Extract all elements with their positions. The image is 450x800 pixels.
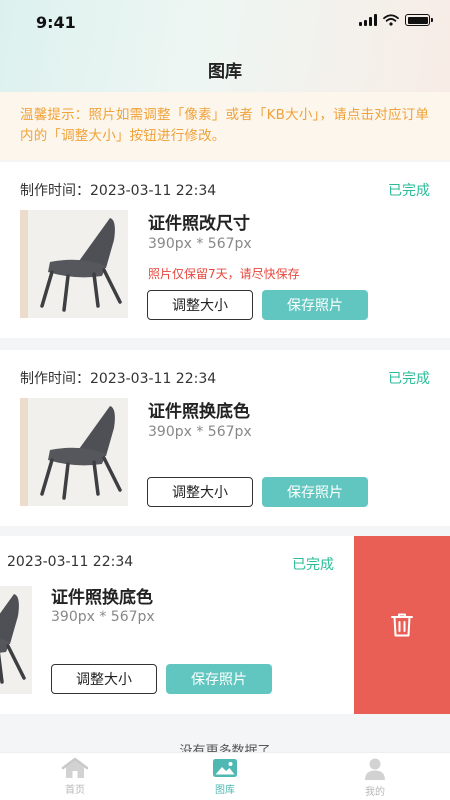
user-icon bbox=[365, 758, 385, 780]
gallery-icon bbox=[213, 759, 237, 777]
save-photo-button[interactable]: 保存照片 bbox=[262, 477, 368, 507]
resize-button[interactable]: 调整大小 bbox=[147, 477, 253, 507]
order-time: 2023-03-11 22:34 bbox=[7, 554, 134, 570]
chair-image bbox=[0, 586, 32, 694]
order-title: 证件照换底色 bbox=[51, 588, 153, 608]
order-card[interactable]: 制作时间：2023-03-11 22:34 已完成 证件照改尺寸 390px *… bbox=[0, 162, 450, 338]
status-time: 9:41 bbox=[36, 13, 76, 32]
trash-icon bbox=[391, 613, 413, 637]
photo-thumbnail[interactable] bbox=[20, 210, 128, 318]
tab-home[interactable]: 首页 bbox=[0, 753, 150, 800]
photo-size: 390px * 567px bbox=[51, 609, 155, 625]
status-badge: 已完成 bbox=[388, 371, 430, 387]
tip-banner: 温馨提示：照片如需调整「像素」或者「KB大小」，请点击对应订单内的「调整大小」按… bbox=[0, 92, 450, 160]
tab-label: 我的 bbox=[365, 787, 385, 798]
home-icon bbox=[61, 757, 89, 778]
tab-label: 首页 bbox=[65, 785, 85, 796]
order-title: 证件照换底色 bbox=[148, 402, 250, 422]
tab-mine[interactable]: 我的 bbox=[300, 753, 450, 800]
delete-button[interactable] bbox=[354, 536, 450, 714]
order-card-swiped[interactable]: 2023-03-11 22:34 已完成 证件照换底色 390px * 567p… bbox=[0, 536, 354, 714]
resize-button[interactable]: 调整大小 bbox=[51, 664, 157, 694]
save-photo-button[interactable]: 保存照片 bbox=[166, 664, 272, 694]
expiry-warning: 照片仅保留7天，请尽快保存 bbox=[148, 267, 300, 281]
status-icons bbox=[359, 14, 433, 26]
chair-image bbox=[20, 398, 128, 506]
save-photo-button[interactable]: 保存照片 bbox=[262, 290, 368, 320]
status-bar: 9:41 bbox=[0, 0, 450, 44]
resize-button[interactable]: 调整大小 bbox=[147, 290, 253, 320]
page-title: 图库 bbox=[208, 62, 242, 82]
tab-bar: 首页 图库 我的 bbox=[0, 752, 450, 800]
signal-icon bbox=[359, 14, 377, 26]
order-time: 制作时间：2023-03-11 22:34 bbox=[20, 183, 217, 199]
photo-thumbnail[interactable] bbox=[0, 586, 32, 694]
tab-gallery[interactable]: 图库 bbox=[150, 753, 300, 800]
battery-icon bbox=[405, 14, 433, 26]
wifi-icon bbox=[383, 14, 399, 26]
tab-label: 图库 bbox=[215, 785, 235, 796]
order-title: 证件照改尺寸 bbox=[148, 214, 250, 234]
photo-size: 390px * 567px bbox=[148, 424, 252, 440]
order-time: 制作时间：2023-03-11 22:34 bbox=[20, 371, 217, 387]
status-badge: 已完成 bbox=[388, 183, 430, 199]
order-card[interactable]: 制作时间：2023-03-11 22:34 已完成 证件照换底色 390px *… bbox=[0, 350, 450, 526]
chair-image bbox=[20, 210, 128, 318]
photo-size: 390px * 567px bbox=[148, 236, 252, 252]
photo-thumbnail[interactable] bbox=[20, 398, 128, 506]
status-badge: 已完成 bbox=[292, 557, 334, 573]
header: 9:41 图库 bbox=[0, 0, 450, 92]
